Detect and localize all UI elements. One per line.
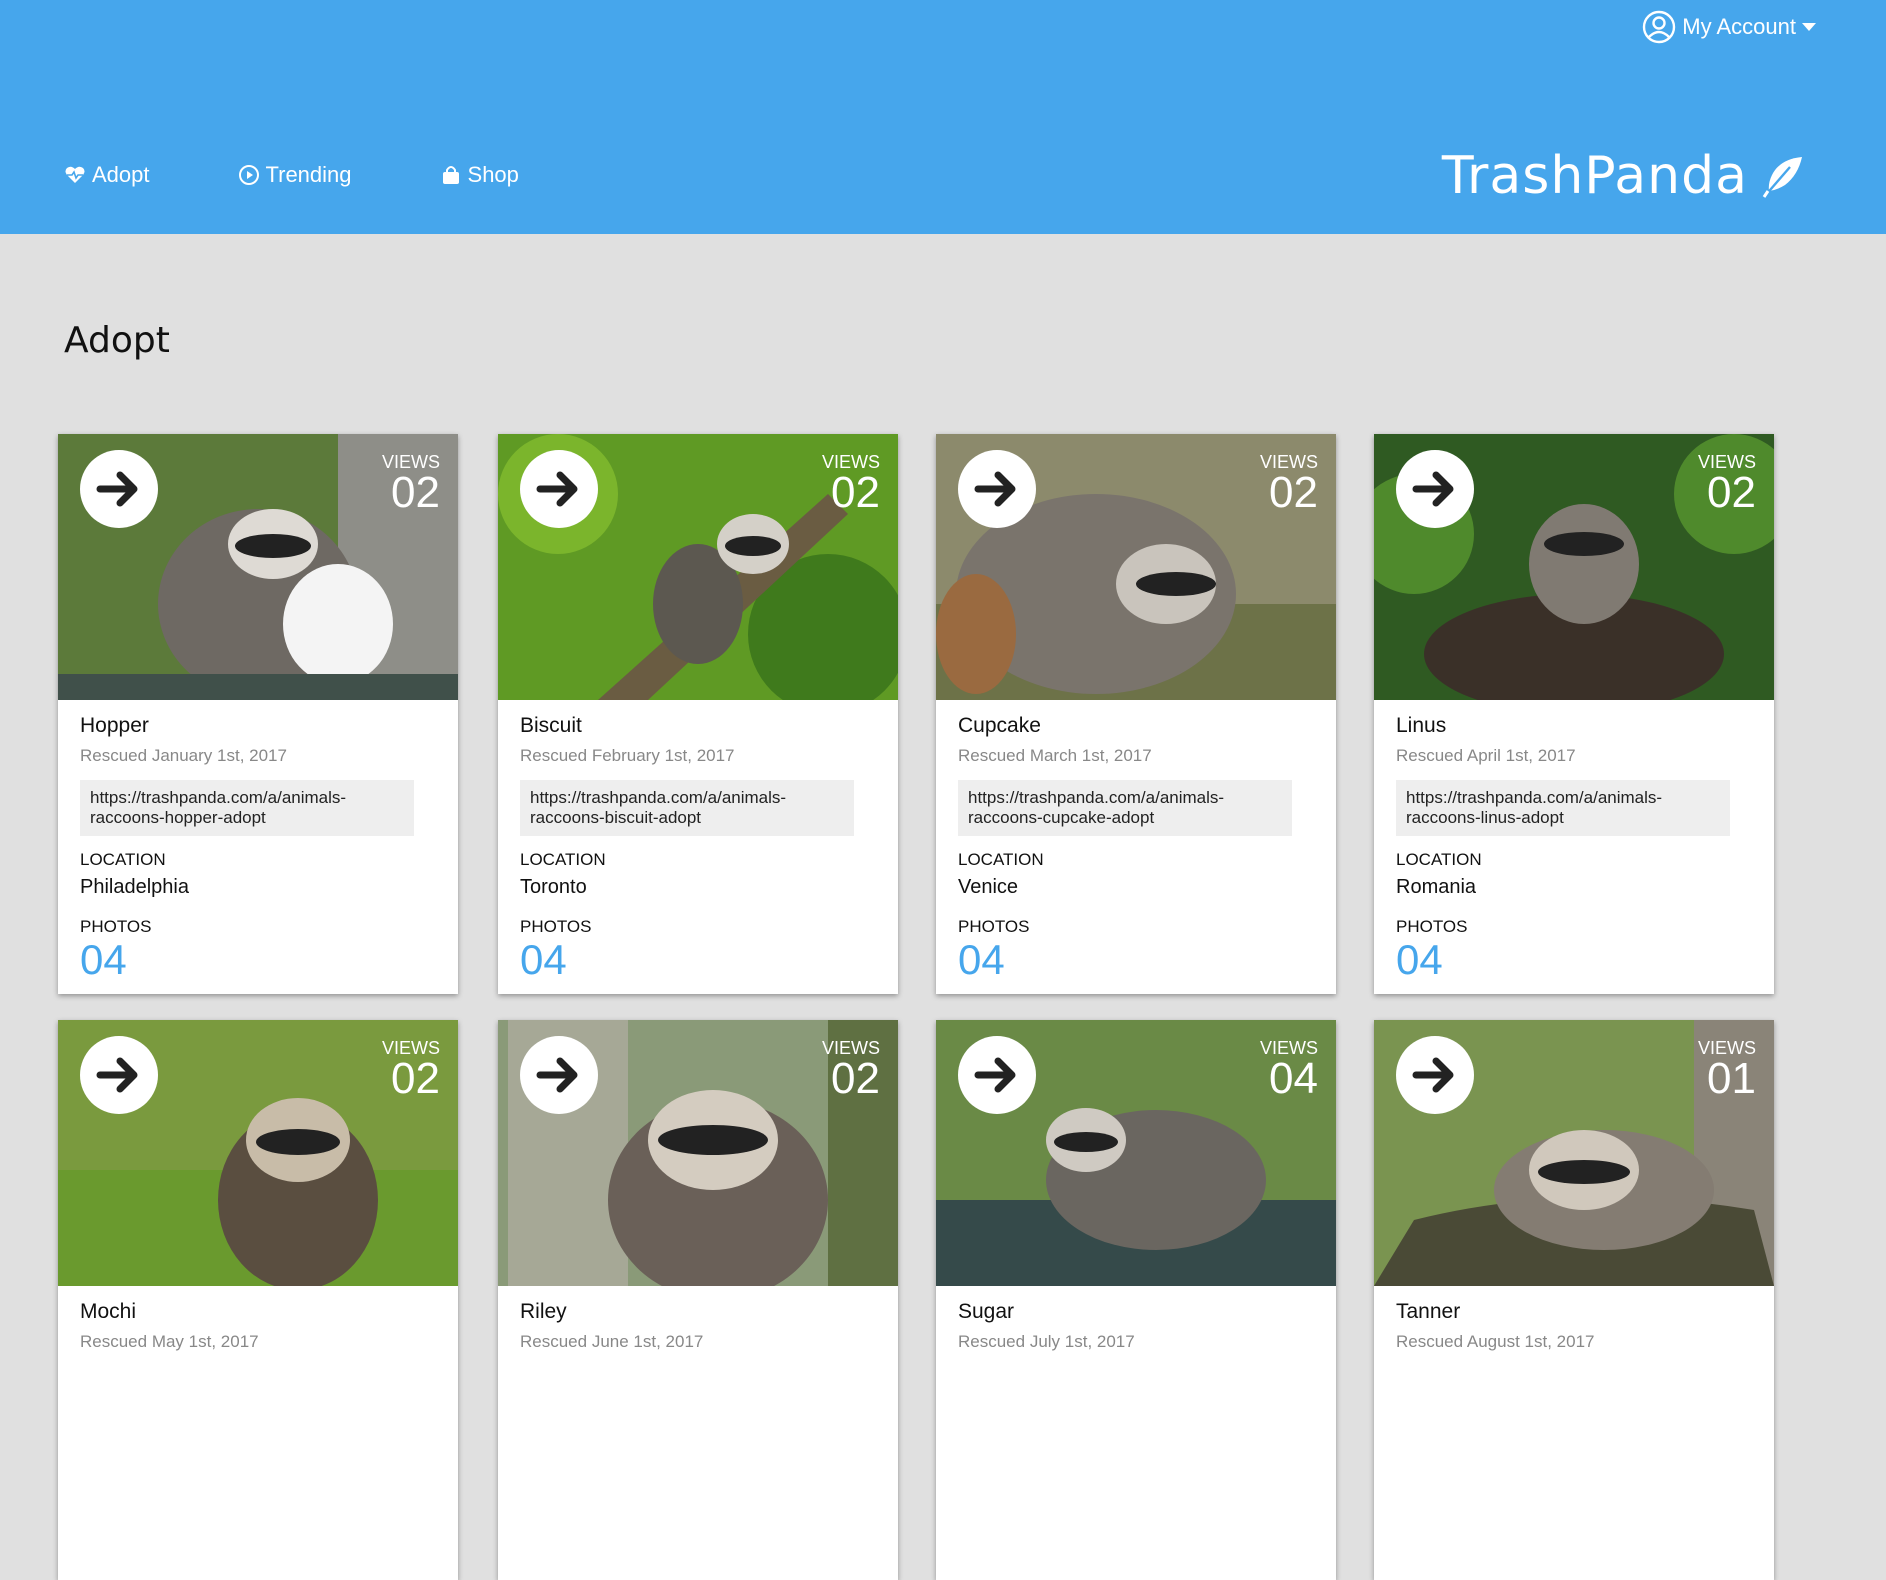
go-arrow-button[interactable] — [520, 450, 598, 528]
animal-card[interactable]: VIEWS 01 Tanner Rescued August 1st, 2017 — [1374, 1020, 1774, 1580]
rescued-date: Rescued May 1st, 2017 — [80, 1332, 259, 1351]
photos-count: 04 — [1396, 936, 1443, 983]
views-value: 02 — [831, 468, 880, 517]
views-value: 02 — [391, 468, 440, 517]
arrow-right-icon — [96, 471, 138, 507]
location-value: Romania — [1396, 876, 1477, 898]
arrow-right-icon — [1412, 1057, 1454, 1093]
photos-count: 04 — [80, 936, 127, 983]
go-arrow-button[interactable] — [958, 450, 1036, 528]
location-value: Toronto — [520, 876, 587, 898]
feather-icon — [1762, 157, 1802, 198]
my-account-menu[interactable]: My Account — [1642, 10, 1816, 44]
arrow-right-icon — [974, 471, 1016, 507]
photos-label: PHOTOS — [520, 917, 592, 936]
location-label: LOCATION — [958, 850, 1044, 869]
views-value: 04 — [1269, 1054, 1318, 1103]
go-arrow-button[interactable] — [958, 1036, 1036, 1114]
user-circle-icon — [1643, 10, 1676, 44]
rescued-date: Rescued August 1st, 2017 — [1396, 1332, 1595, 1351]
go-arrow-button[interactable] — [520, 1036, 598, 1114]
animal-card[interactable]: VIEWS 02 Riley Rescued June 1st, 2017 — [498, 1020, 898, 1580]
animal-name[interactable]: Tanner — [1396, 1300, 1752, 1324]
rescued-date: Rescued April 1st, 2017 — [1396, 746, 1576, 765]
animal-name[interactable]: Hopper — [80, 714, 436, 738]
views-counter: VIEWS 04 — [1260, 1038, 1318, 1103]
animal-card[interactable]: VIEWS 02 Cupcake Rescued March 1st, 2017… — [936, 434, 1336, 994]
play-circle-icon — [238, 165, 259, 185]
views-counter: VIEWS 01 — [1698, 1038, 1756, 1103]
views-value: 01 — [1707, 1054, 1756, 1103]
go-arrow-button[interactable] — [1396, 450, 1474, 528]
arrow-right-icon — [96, 1057, 138, 1093]
shopping-bag-icon — [442, 166, 459, 184]
rescued-date: Rescued March 1st, 2017 — [958, 746, 1152, 765]
photos-label: PHOTOS — [958, 917, 1030, 936]
animal-card[interactable]: VIEWS 02 Linus Rescued April 1st, 2017 h… — [1374, 434, 1774, 994]
brand-name: TrashPanda — [1441, 146, 1748, 206]
animal-name[interactable]: Riley — [520, 1300, 876, 1324]
animal-name[interactable]: Sugar — [958, 1300, 1314, 1324]
animal-name[interactable]: Mochi — [80, 1300, 436, 1324]
location-label: LOCATION — [520, 850, 606, 869]
share-url[interactable]: https://trashpanda.com/a/animals-raccoon… — [520, 780, 854, 836]
views-value: 02 — [1707, 468, 1756, 517]
go-arrow-button[interactable] — [1396, 1036, 1474, 1114]
top-header: My Account Adopt Trending Shop TrashPand… — [0, 0, 1886, 234]
animal-card[interactable]: VIEWS 02 Mochi Rescued May 1st, 2017 — [58, 1020, 458, 1580]
brand-logo[interactable]: TrashPanda — [1442, 146, 1806, 206]
animal-name[interactable]: Biscuit — [520, 714, 876, 738]
nav-shop-label: Shop — [467, 162, 519, 187]
animal-card[interactable]: VIEWS 04 Sugar Rescued July 1st, 2017 — [936, 1020, 1336, 1580]
photos-count: 04 — [520, 936, 567, 983]
arrow-right-icon — [974, 1057, 1016, 1093]
animal-card[interactable]: VIEWS 02 Hopper Rescued January 1st, 201… — [58, 434, 458, 994]
animal-name[interactable]: Linus — [1396, 714, 1752, 738]
nav-shop[interactable]: Shop — [440, 162, 519, 188]
views-counter: VIEWS 02 — [382, 452, 440, 517]
rescued-date: Rescued July 1st, 2017 — [958, 1332, 1135, 1351]
location-value: Philadelphia — [80, 876, 189, 898]
page-title: Adopt — [64, 320, 170, 361]
arrow-right-icon — [536, 471, 578, 507]
views-value: 02 — [831, 1054, 880, 1103]
views-counter: VIEWS 02 — [822, 452, 880, 517]
nav-adopt-label: Adopt — [92, 162, 150, 187]
views-counter: VIEWS 02 — [1698, 452, 1756, 517]
heart-pulse-icon — [65, 166, 85, 183]
arrow-right-icon — [536, 1057, 578, 1093]
nav-trending[interactable]: Trending — [238, 162, 352, 188]
nav-trending-label: Trending — [265, 162, 352, 187]
animal-name[interactable]: Cupcake — [958, 714, 1314, 738]
animal-card[interactable]: VIEWS 02 Biscuit Rescued February 1st, 2… — [498, 434, 898, 994]
location-label: LOCATION — [1396, 850, 1482, 869]
rescued-date: Rescued February 1st, 2017 — [520, 746, 735, 765]
views-value: 02 — [1269, 468, 1318, 517]
share-url[interactable]: https://trashpanda.com/a/animals-raccoon… — [1396, 780, 1730, 836]
location-value: Venice — [958, 876, 1019, 898]
views-counter: VIEWS 02 — [1260, 452, 1318, 517]
go-arrow-button[interactable] — [80, 1036, 158, 1114]
share-url[interactable]: https://trashpanda.com/a/animals-raccoon… — [958, 780, 1292, 836]
go-arrow-button[interactable] — [80, 450, 158, 528]
rescued-date: Rescued January 1st, 2017 — [80, 746, 287, 765]
nav-adopt[interactable]: Adopt — [64, 162, 150, 188]
main-nav: Adopt Trending Shop — [64, 162, 607, 188]
location-label: LOCATION — [80, 850, 166, 869]
photos-label: PHOTOS — [80, 917, 152, 936]
rescued-date: Rescued June 1st, 2017 — [520, 1332, 704, 1351]
views-counter: VIEWS 02 — [822, 1038, 880, 1103]
my-account-label: My Account — [1682, 14, 1796, 39]
views-counter: VIEWS 02 — [382, 1038, 440, 1103]
views-value: 02 — [391, 1054, 440, 1103]
share-url[interactable]: https://trashpanda.com/a/animals-raccoon… — [80, 780, 414, 836]
arrow-right-icon — [1412, 471, 1454, 507]
caret-down-icon — [1802, 23, 1816, 31]
photos-count: 04 — [958, 936, 1005, 983]
photos-label: PHOTOS — [1396, 917, 1468, 936]
